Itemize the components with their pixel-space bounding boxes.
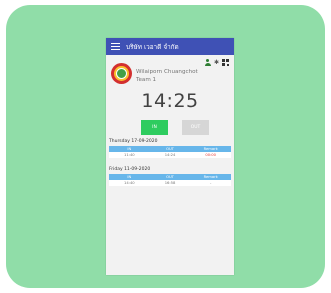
cell-remark: 00:00 [205, 152, 216, 157]
cell-in: 11:40 [124, 152, 135, 157]
cell-out: 14:24 [164, 152, 176, 157]
person-icon[interactable] [204, 59, 211, 66]
app-bar: บริษัท เวอาดี จำกัด [106, 38, 234, 55]
cell-in: 14:40 [124, 180, 135, 185]
day-label: Friday 11-09-2020 [109, 167, 151, 172]
table-row: 14:40 16:58 - [109, 179, 231, 186]
avatar[interactable] [111, 63, 132, 84]
phone-screen: บริษัท เวอาดี จำกัด Wilaiporn Chuangchot… [106, 38, 234, 275]
check-in-button[interactable]: IN [141, 120, 168, 135]
status-icons: ✱ [204, 59, 229, 66]
cell-remark: - [210, 180, 212, 185]
qr-code-icon[interactable] [222, 59, 229, 66]
user-name: Wilaiporn Chuangchot [136, 69, 198, 75]
profile-header: Wilaiporn Chuangchot Team 1 ✱ [106, 55, 234, 95]
attendance-table: IN OUT Remark 11:40 14:24 00:00 [109, 146, 231, 158]
menu-icon[interactable] [111, 43, 120, 50]
attendance-table: IN OUT Remark 14:40 16:58 - [109, 174, 231, 186]
background-card: บริษัท เวอาดี จำกัด Wilaiporn Chuangchot… [6, 5, 325, 288]
day-label: Thursday 17-09-2020 [109, 139, 158, 144]
current-time: 14:25 [141, 90, 199, 112]
avatar-core [116, 68, 127, 79]
check-out-button[interactable]: OUT [182, 120, 209, 135]
bluetooth-icon[interactable]: ✱ [214, 59, 219, 66]
app-title: บริษัท เวอาดี จำกัด [126, 42, 179, 51]
team-name: Team 1 [136, 77, 157, 83]
avatar-ring [114, 66, 129, 81]
table-row: 11:40 14:24 00:00 [109, 151, 231, 158]
cell-out: 16:58 [164, 180, 176, 185]
